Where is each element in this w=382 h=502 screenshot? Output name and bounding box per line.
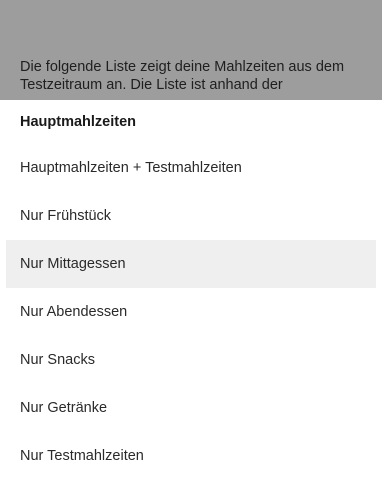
info-text: Die folgende Liste zeigt deine Mahlzeite…: [20, 59, 345, 93]
filter-option-abendessen[interactable]: Nur Abendessen: [0, 288, 382, 336]
filter-option-mittagessen[interactable]: Nur Mittagessen: [6, 240, 376, 288]
option-label: Nur Testmahlzeiten: [20, 448, 144, 464]
filter-option-list: Hauptmahlzeiten Hauptmahlzeiten + Testma…: [0, 100, 382, 480]
option-label: Nur Frühstück: [20, 208, 112, 224]
option-label: Nur Getränke: [20, 400, 108, 416]
filter-option-getraenke[interactable]: Nur Getränke: [0, 384, 382, 432]
option-label: Nur Mittagessen: [20, 256, 126, 272]
filter-menu-sheet: Hauptmahlzeiten Hauptmahlzeiten + Testma…: [0, 100, 382, 502]
filter-option-testmahlzeiten[interactable]: Nur Testmahlzeiten: [0, 432, 382, 480]
option-label: Nur Snacks: [20, 352, 95, 368]
filter-option-haupt-und-testmahlzeiten[interactable]: Hauptmahlzeiten + Testmahlzeiten: [0, 144, 382, 192]
dimmed-backdrop[interactable]: Die folgende Liste zeigt deine Mahlzeite…: [0, 0, 382, 100]
option-label: Hauptmahlzeiten: [20, 114, 137, 130]
filter-option-fruehstueck[interactable]: Nur Frühstück: [0, 192, 382, 240]
filter-option-hauptmahlzeiten[interactable]: Hauptmahlzeiten: [0, 100, 382, 144]
option-label: Nur Abendessen: [20, 304, 128, 320]
option-label: Hauptmahlzeiten + Testmahlzeiten: [20, 160, 242, 176]
screen: Die folgende Liste zeigt deine Mahlzeite…: [0, 0, 382, 502]
filter-option-snacks[interactable]: Nur Snacks: [0, 336, 382, 384]
